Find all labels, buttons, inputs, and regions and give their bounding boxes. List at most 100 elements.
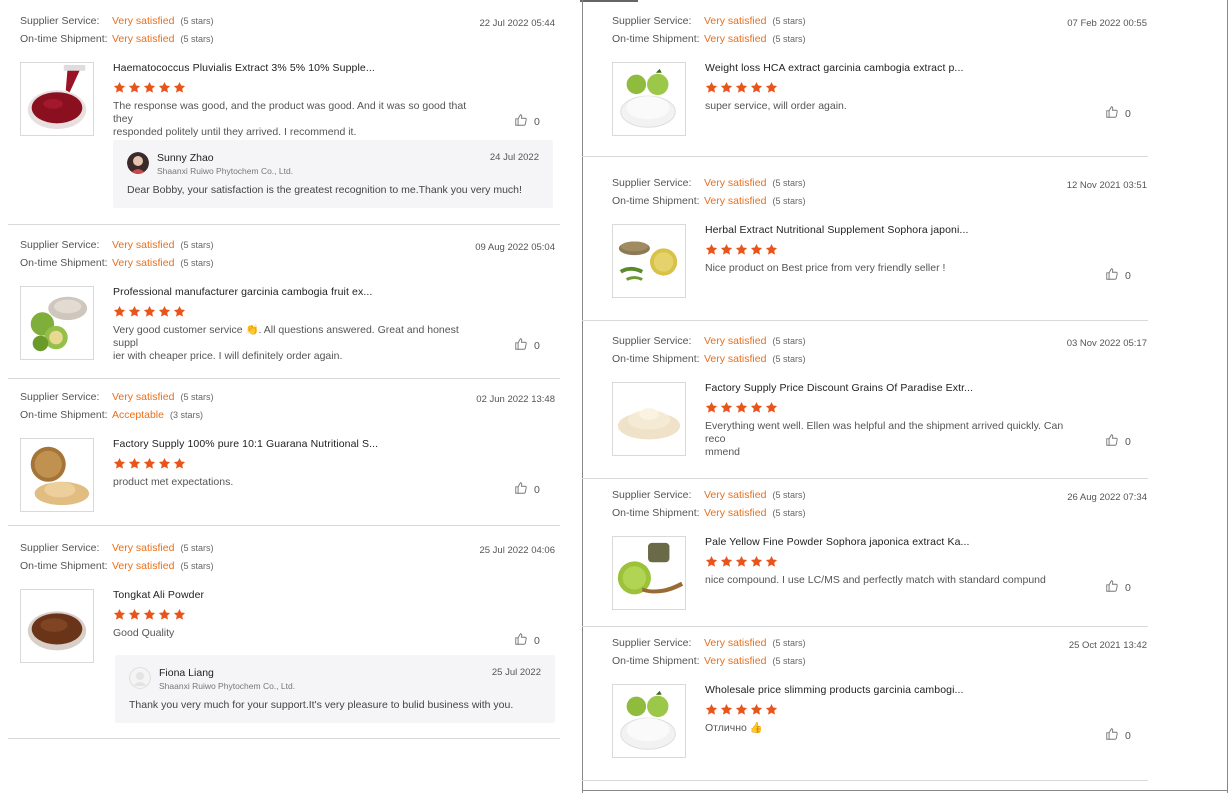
review-divider xyxy=(582,626,1148,627)
ontime-shipment-row: On-time Shipment: Very satisfied (5 stars) xyxy=(612,506,805,520)
product-title-link[interactable]: Wholesale price slimming products garcin… xyxy=(705,684,964,696)
supplier-service-row: Supplier Service: Very satisfied (5 stars) xyxy=(20,541,213,555)
avatar xyxy=(129,667,151,689)
review-date: 09 Aug 2022 05:04 xyxy=(475,242,555,253)
ontime-shipment-rating: Very satisfied xyxy=(112,560,175,572)
like-count: 0 xyxy=(534,339,540,352)
product-title-link[interactable]: Tongkat Ali Powder xyxy=(113,589,204,601)
star-icon xyxy=(720,243,733,256)
brown-powder-icon[interactable] xyxy=(20,589,94,663)
star-icon xyxy=(113,81,126,94)
like-count: 0 xyxy=(1125,729,1131,742)
comment-line: super service, will order again. xyxy=(705,100,847,112)
reply-date: 25 Jul 2022 xyxy=(491,667,541,678)
ontime-shipment-row: On-time Shipment: Very satisfied (5 stars) xyxy=(612,32,805,46)
like-count: 0 xyxy=(1125,435,1131,448)
product-title-link[interactable]: Professional manufacturer garcinia cambo… xyxy=(113,286,372,298)
star-icon xyxy=(143,608,156,621)
comment-line: product met expectations. xyxy=(113,476,234,488)
star-icon xyxy=(735,555,748,568)
supplier-service-rating: Very satisfied xyxy=(704,637,767,649)
star-icon xyxy=(765,703,778,716)
light-powder-icon[interactable] xyxy=(612,382,686,456)
like-button[interactable]: 0 xyxy=(514,113,540,130)
red-liquid-icon[interactable] xyxy=(20,62,94,136)
like-count: 0 xyxy=(534,483,540,496)
ontime-shipment-label: On-time Shipment: xyxy=(612,507,700,519)
garcinia-powder-icon[interactable] xyxy=(612,62,686,136)
supplier-service-row: Supplier Service: Very satisfied (5 stars) xyxy=(20,238,213,252)
star-icon xyxy=(143,81,156,94)
star-icon xyxy=(173,81,186,94)
herbal-bowl-icon[interactable] xyxy=(612,224,686,298)
supplier-service-label: Supplier Service: xyxy=(612,15,692,27)
review-date: 25 Oct 2021 13:42 xyxy=(1068,640,1147,651)
product-title-link[interactable]: Pale Yellow Fine Powder Sophora japonica… xyxy=(705,536,970,548)
thumbs-up-icon xyxy=(514,337,528,354)
review-comment: Very good customer service 👏. All questi… xyxy=(113,324,483,363)
like-button[interactable]: 0 xyxy=(1105,267,1131,284)
like-button[interactable]: 0 xyxy=(514,481,540,498)
reply-text: Thank you very much for your support.It'… xyxy=(129,699,514,711)
avatar xyxy=(127,152,149,174)
reply-author-name: Sunny Zhao xyxy=(157,152,214,164)
review-comment: Nice product on Best price from very fri… xyxy=(705,262,1075,275)
star-icon xyxy=(173,305,186,318)
thumbs-up-icon xyxy=(514,113,528,130)
star-icon xyxy=(113,457,126,470)
rating-stars xyxy=(113,305,186,319)
star-icon xyxy=(128,81,141,94)
supplier-service-row: Supplier Service: Very satisfied (5 stars) xyxy=(612,334,805,348)
star-icon xyxy=(173,608,186,621)
ontime-shipment-rating: Very satisfied xyxy=(704,195,767,207)
review-date: 07 Feb 2022 00:55 xyxy=(1067,18,1147,29)
like-count: 0 xyxy=(1125,581,1131,594)
powder-icon[interactable] xyxy=(20,438,94,512)
star-icon xyxy=(128,608,141,621)
like-button[interactable]: 0 xyxy=(1105,727,1131,744)
garcinia-powder-icon[interactable] xyxy=(612,684,686,758)
review-comment: The response was good, and the product w… xyxy=(113,100,483,139)
review-divider xyxy=(8,738,560,739)
ontime-shipment-label: On-time Shipment: xyxy=(20,560,108,572)
like-button[interactable]: 0 xyxy=(514,337,540,354)
product-title-link[interactable]: Factory Supply 100% pure 10:1 Guarana Nu… xyxy=(113,438,378,450)
supplier-service-row: Supplier Service: Very satisfied (5 stars) xyxy=(20,14,213,28)
like-button[interactable]: 0 xyxy=(514,632,540,649)
star-icon xyxy=(765,401,778,414)
like-button[interactable]: 0 xyxy=(1105,105,1131,122)
like-button[interactable]: 0 xyxy=(1105,433,1131,450)
product-title-link[interactable]: Weight loss HCA extract garcinia cambogi… xyxy=(705,62,963,74)
star-icon xyxy=(720,555,733,568)
thumbs-up-icon xyxy=(514,632,528,649)
ontime-shipment-label: On-time Shipment: xyxy=(612,195,700,207)
garcinia-fruit-icon[interactable] xyxy=(20,286,94,360)
ontime-shipment-label: On-time Shipment: xyxy=(20,409,108,421)
review-comment: Everything went well. Ellen was helpful … xyxy=(705,420,1075,459)
product-title-link[interactable]: Factory Supply Price Discount Grains Of … xyxy=(705,382,973,394)
review-divider xyxy=(8,224,560,225)
star-icon xyxy=(705,703,718,716)
like-count: 0 xyxy=(534,634,540,647)
supplier-service-rating: Very satisfied xyxy=(112,15,175,27)
rating-stars xyxy=(113,608,186,622)
supplier-service-stars: (5 stars) xyxy=(180,16,214,26)
rating-stars xyxy=(113,457,186,471)
comment-line: Very good customer service 👏. All questi… xyxy=(113,324,459,349)
product-title-link[interactable]: Haematococcus Pluvialis Extract 3% 5% 10… xyxy=(113,62,375,74)
star-icon xyxy=(765,81,778,94)
star-icon xyxy=(720,401,733,414)
supplier-service-stars: (5 stars) xyxy=(180,240,214,250)
ontime-shipment-rating: Very satisfied xyxy=(704,655,767,667)
ontime-shipment-rating: Very satisfied xyxy=(704,507,767,519)
ontime-shipment-stars: (5 stars) xyxy=(180,561,214,571)
green-powder-spoon-icon[interactable] xyxy=(612,536,686,610)
like-button[interactable]: 0 xyxy=(1105,579,1131,596)
review-comment: Good Quality xyxy=(113,627,483,640)
star-icon xyxy=(735,243,748,256)
supplier-service-rating: Very satisfied xyxy=(704,15,767,27)
star-icon xyxy=(735,401,748,414)
review-date: 22 Jul 2022 05:44 xyxy=(479,18,555,29)
product-title-link[interactable]: Herbal Extract Nutritional Supplement So… xyxy=(705,224,968,236)
supplier-service-label: Supplier Service: xyxy=(20,391,100,403)
